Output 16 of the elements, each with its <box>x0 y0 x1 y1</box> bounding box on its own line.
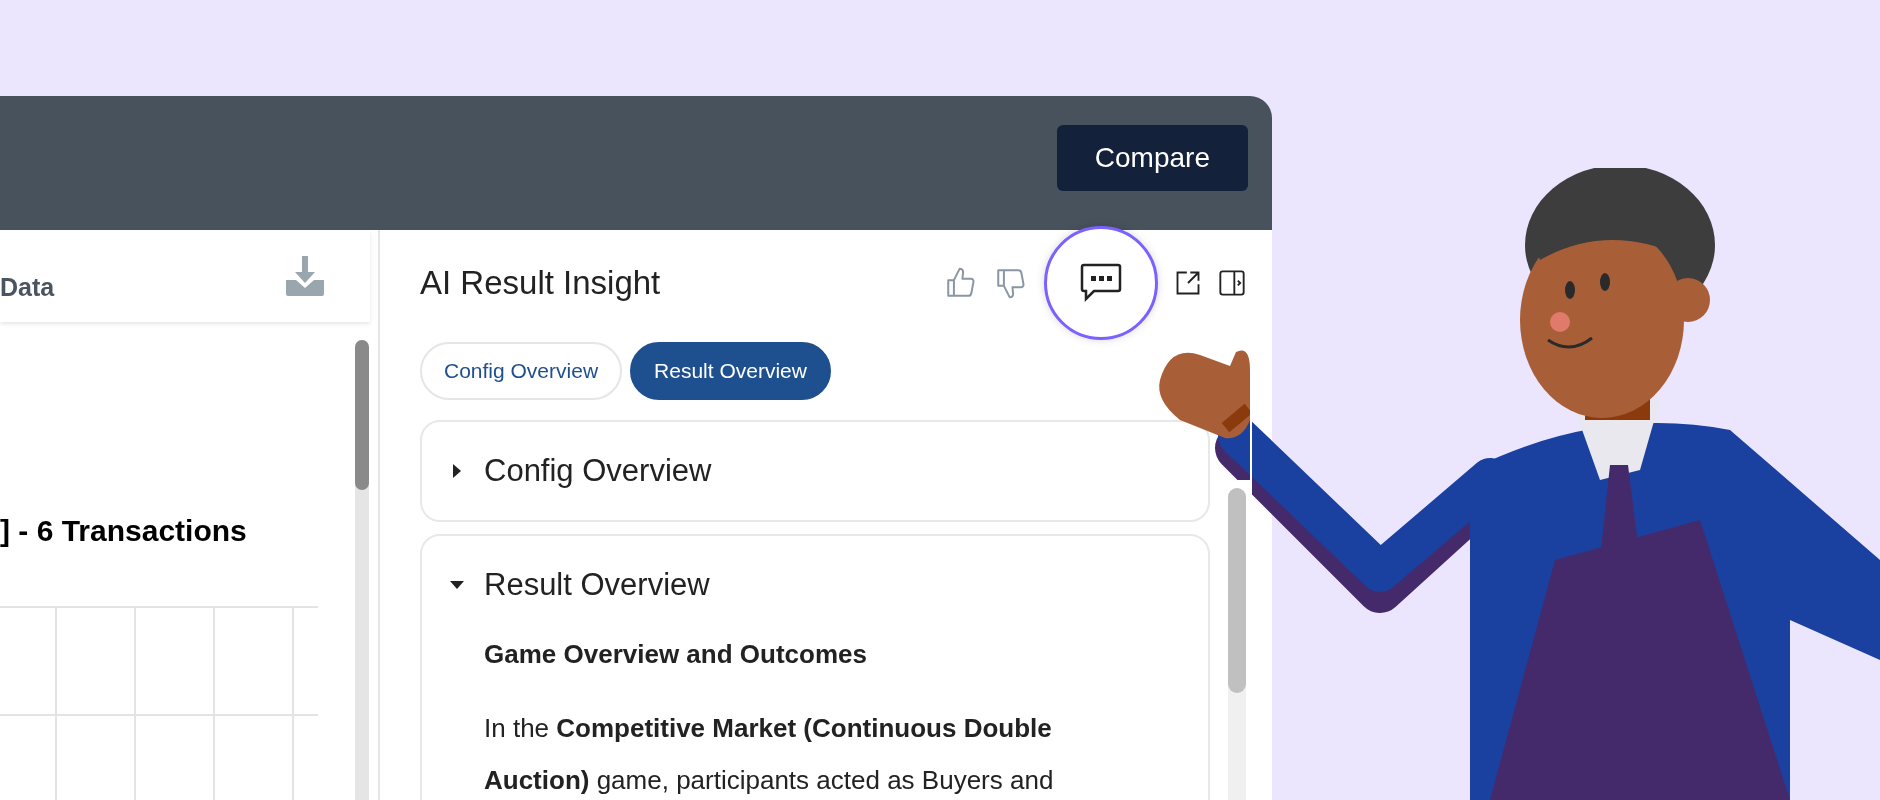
download-icon[interactable] <box>286 256 324 296</box>
side-panel-icon[interactable] <box>1218 269 1246 297</box>
tab[interactable]: Result Overview <box>630 342 831 400</box>
external-link-icon[interactable] <box>1174 269 1202 297</box>
section-heading: Game Overview and Outcomes <box>484 637 868 671</box>
scrollbar-thumb[interactable] <box>355 340 369 490</box>
chat-icon[interactable] <box>1080 263 1122 303</box>
paragraph: In the Competitive Market (Continuous Double Auction) game, participants acted as Buyers and <box>484 711 1055 797</box>
scrollbar-thumb[interactable] <box>1228 488 1246 693</box>
panel-title: AI Result Insight <box>420 263 661 304</box>
accordion-header[interactable]: Result Overview <box>450 562 710 609</box>
chart-heading: ] - 6 Transactions <box>0 513 248 549</box>
panel-title: Data <box>0 272 55 304</box>
accordion-header[interactable]: Config Overview <box>450 447 712 495</box>
compare-button[interactable]: Compare <box>1056 125 1248 191</box>
tab[interactable]: Config Overview <box>420 342 623 400</box>
